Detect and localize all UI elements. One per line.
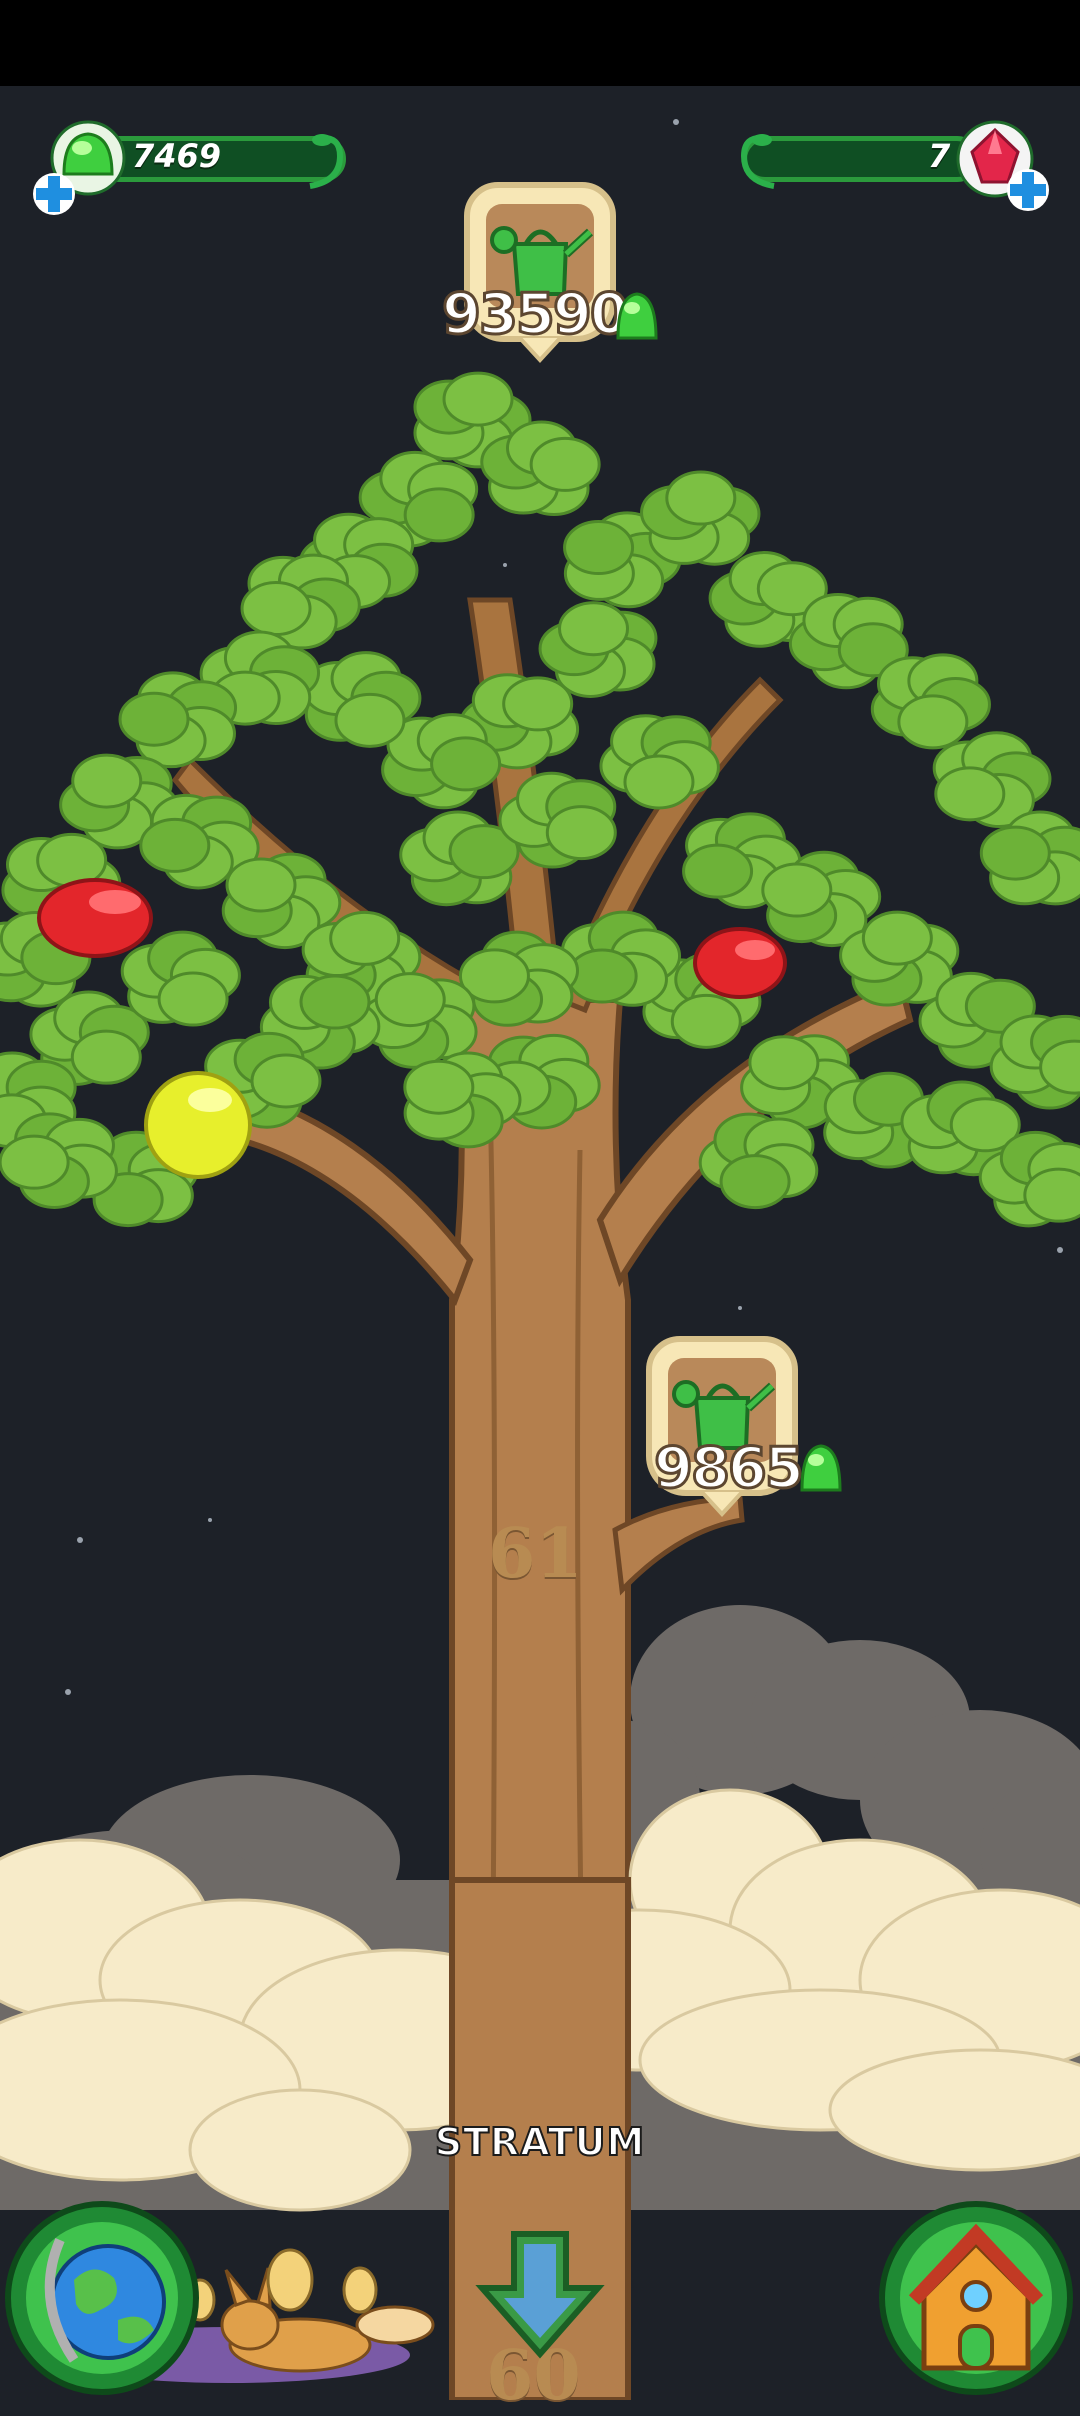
leaf	[761, 862, 833, 918]
leaf	[329, 910, 401, 966]
badge-top-value: 93590	[441, 281, 631, 349]
green-gum-icon	[616, 292, 658, 340]
leaf	[670, 993, 742, 1049]
gum-count: 7469	[132, 137, 222, 175]
zone-label: STRATUM	[434, 2119, 646, 2165]
leaf	[1023, 1167, 1080, 1223]
leaf	[502, 676, 574, 732]
leaf	[240, 581, 312, 637]
leaf	[682, 843, 754, 899]
leaf	[250, 1053, 322, 1109]
leaf	[225, 857, 297, 913]
red-fruit-right[interactable]	[693, 927, 787, 999]
vine-decoration-icon	[309, 134, 344, 189]
badge-lower-value: 9865	[653, 1435, 806, 1503]
leaf	[71, 753, 143, 809]
leaf	[719, 1154, 791, 1210]
leaf	[157, 971, 229, 1027]
leaf	[545, 805, 617, 861]
add-gem-plus-icon[interactable]	[1004, 166, 1052, 214]
red-fruit-left[interactable]	[37, 878, 153, 958]
leaf	[442, 371, 514, 427]
vine-decoration-icon	[740, 134, 775, 189]
leaf	[70, 1029, 142, 1085]
green-gum-icon	[800, 1444, 842, 1492]
leaf	[403, 1059, 475, 1115]
leaf	[374, 972, 446, 1028]
world-map-button[interactable]	[4, 2200, 200, 2396]
leaf	[403, 487, 475, 543]
leaf	[299, 974, 371, 1030]
add-gum-plus-icon[interactable]	[30, 170, 78, 218]
leaf	[748, 1035, 820, 1091]
home-button[interactable]	[878, 2200, 1074, 2396]
leaf	[897, 694, 969, 750]
leaf	[665, 470, 737, 526]
leaf	[563, 520, 635, 576]
scroll-down-button[interactable]	[470, 2226, 610, 2366]
leaf	[118, 691, 190, 747]
leaf	[934, 766, 1006, 822]
leaf	[139, 817, 211, 873]
down-arrow-icon	[475, 2231, 605, 2359]
leaf	[979, 825, 1051, 881]
leaf	[334, 692, 406, 748]
leaf	[529, 436, 601, 492]
leaf	[430, 736, 502, 792]
leaf	[861, 910, 933, 966]
leaf	[0, 1134, 70, 1190]
gem-count: 7	[928, 137, 951, 175]
leaf	[558, 601, 630, 657]
leaf	[623, 754, 695, 810]
yellow-fruit[interactable]	[144, 1071, 252, 1179]
trunk-level-number: 61	[488, 1514, 583, 1594]
